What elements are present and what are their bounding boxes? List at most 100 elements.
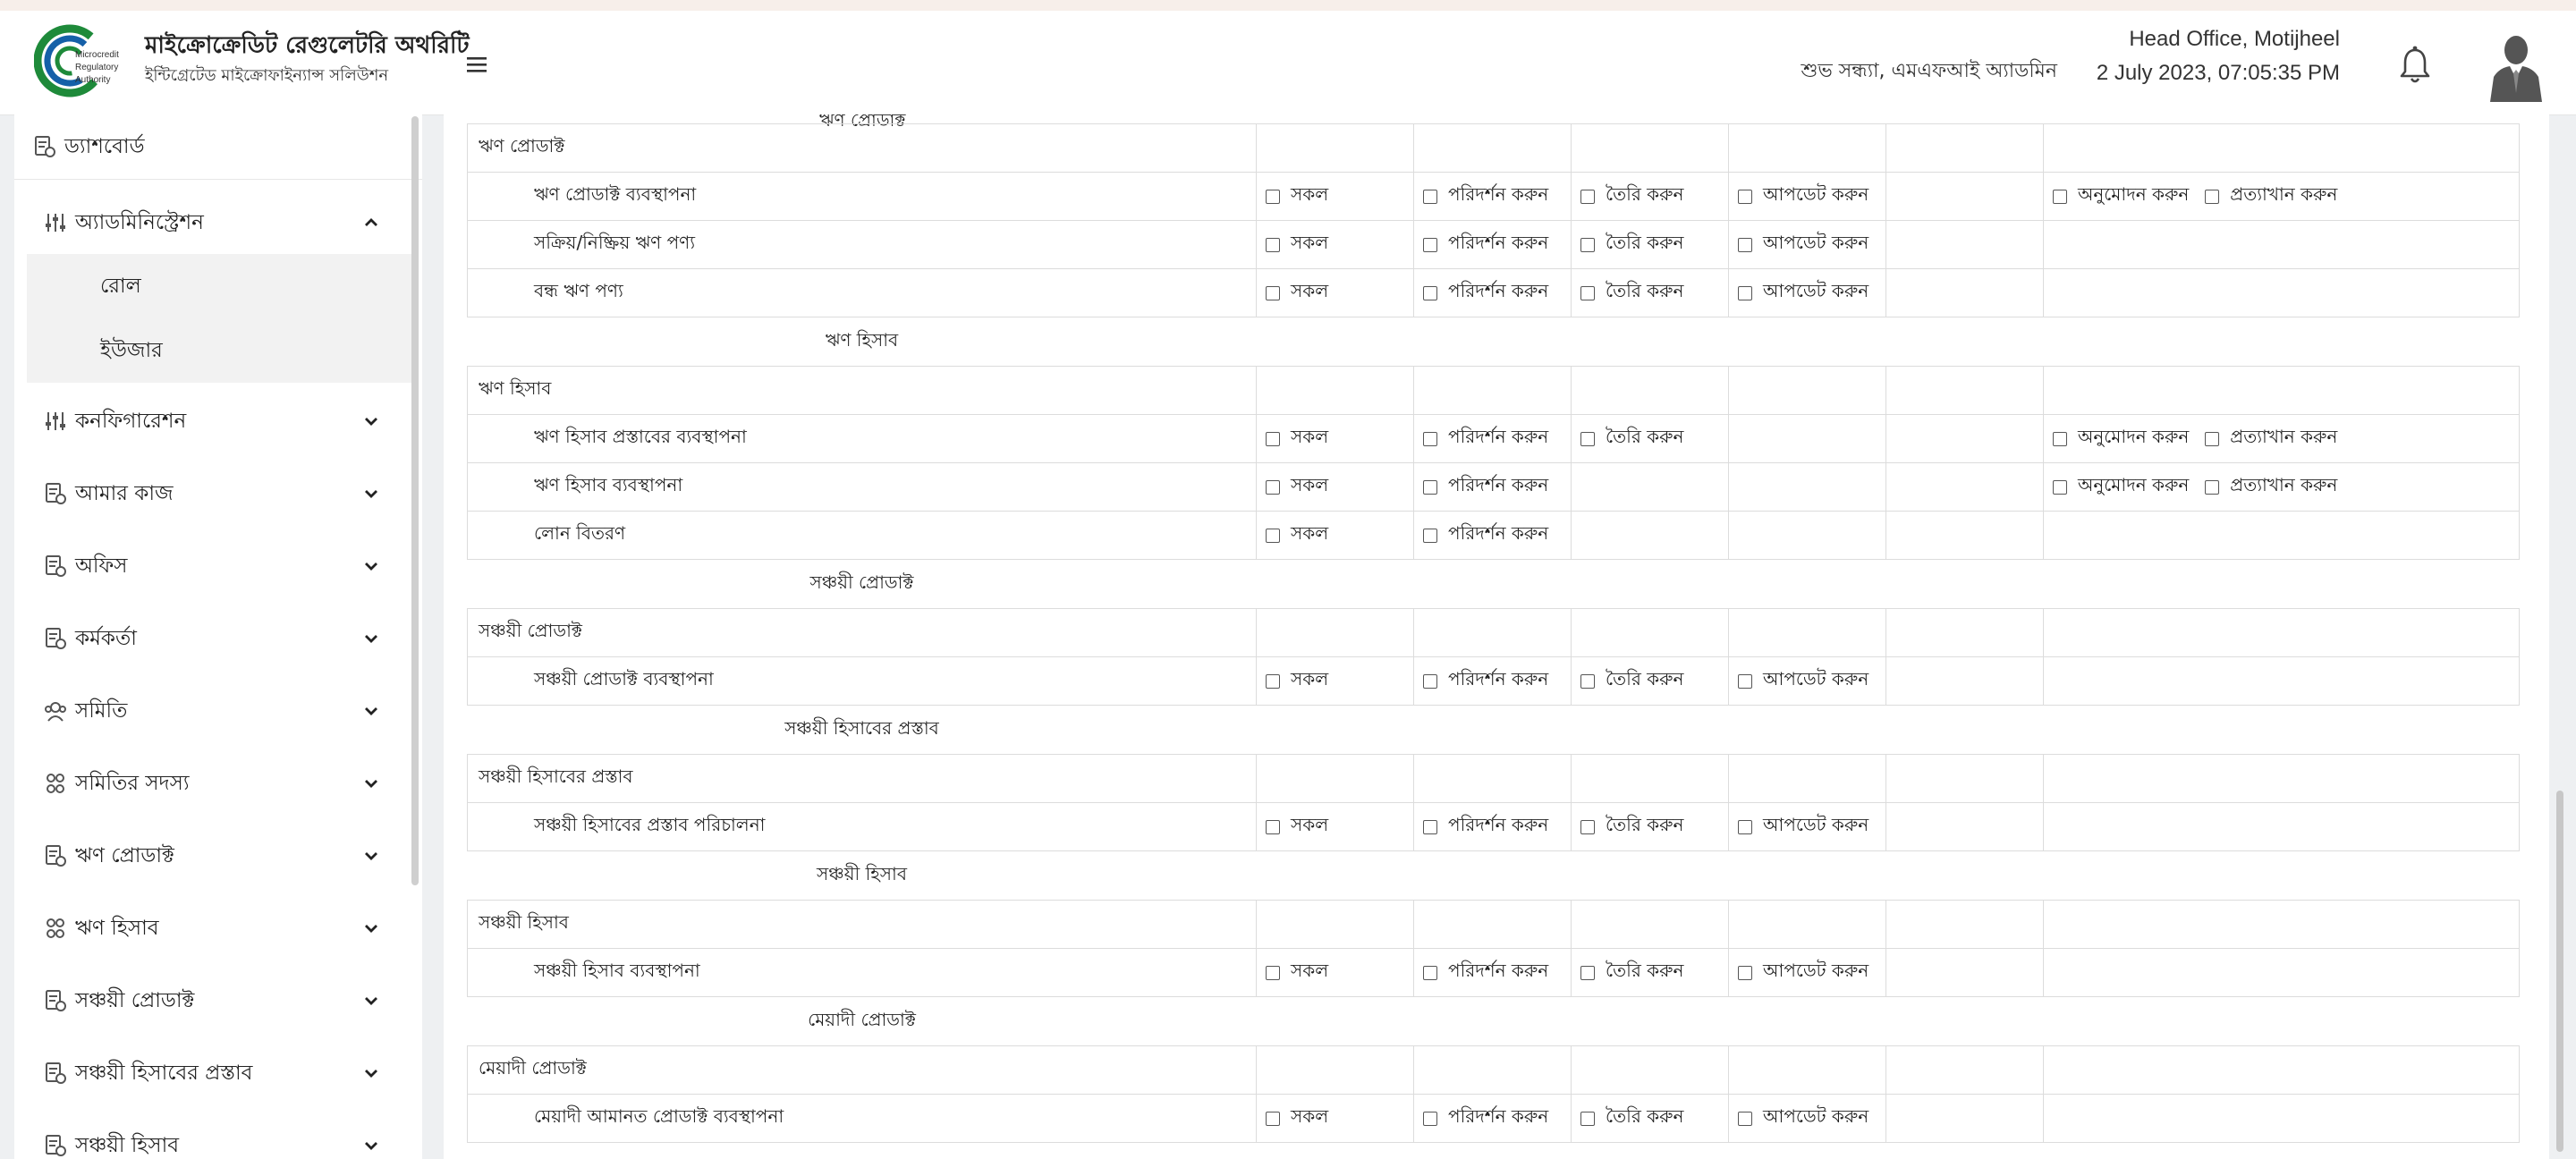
checkbox-box[interactable] (1738, 285, 1752, 300)
view-checkbox[interactable]: পরিদর্শন করুন (1423, 666, 1548, 696)
menu-toggle-button[interactable] (462, 50, 492, 79)
update-checkbox[interactable]: আপডেট করুন (1738, 812, 1868, 842)
all-checkbox[interactable]: সকল (1266, 666, 1328, 696)
all-checkbox[interactable]: সকল (1266, 520, 1328, 550)
checkbox-box[interactable] (1266, 189, 1280, 204)
all-checkbox[interactable]: সকল (1266, 278, 1328, 308)
checkbox-box[interactable] (1266, 528, 1280, 543)
view-checkbox[interactable]: পরিদর্শন করুন (1423, 182, 1548, 211)
checkbox-box[interactable] (1266, 965, 1280, 980)
view-checkbox[interactable]: পরিদর্শন করুন (1423, 958, 1548, 987)
checkbox-box[interactable] (1423, 285, 1437, 300)
checkbox-box[interactable] (2053, 479, 2067, 495)
view-checkbox[interactable]: পরিদর্শন করুন (1423, 424, 1548, 453)
update-checkbox[interactable]: আপডেট করুন (1738, 278, 1868, 308)
update-checkbox[interactable]: আপডেট করুন (1738, 1104, 1868, 1133)
sidebar-item-dashboard[interactable]: ড্যাশবোর্ড (14, 114, 422, 180)
checkbox-box[interactable] (1423, 673, 1437, 689)
notification-bell-icon[interactable] (2397, 43, 2433, 88)
checkbox-box[interactable] (1738, 189, 1752, 204)
checkbox-box[interactable] (1423, 819, 1437, 834)
all-checkbox[interactable]: সকল (1266, 230, 1328, 259)
checkbox-box[interactable] (1580, 285, 1595, 300)
checkbox-box[interactable] (1423, 528, 1437, 543)
view-checkbox[interactable]: পরিদর্শন করুন (1423, 230, 1548, 259)
checkbox-box[interactable] (1423, 431, 1437, 446)
view-checkbox[interactable]: পরিদর্শন করুন (1423, 1104, 1548, 1133)
create-checkbox[interactable]: তৈরি করুন (1580, 812, 1683, 842)
view-checkbox[interactable]: পরিদর্শন করুন (1423, 812, 1548, 842)
sidebar-item-office[interactable]: অফিস (14, 533, 422, 599)
sidebar-item-my-work[interactable]: আমার কাজ (14, 461, 422, 527)
sidebar-item-officer[interactable]: কর্মকর্তা (14, 605, 422, 672)
checkbox-box[interactable] (1423, 965, 1437, 980)
checkbox-box[interactable] (1738, 965, 1752, 980)
checkbox-box[interactable] (2053, 189, 2067, 204)
checkbox-box[interactable] (1738, 819, 1752, 834)
checkbox-box[interactable] (2205, 431, 2220, 446)
checkbox-box[interactable] (1423, 1111, 1437, 1126)
create-checkbox[interactable]: তৈরি করুন (1580, 1104, 1683, 1133)
sidebar-scrollbar[interactable] (411, 116, 419, 885)
create-checkbox[interactable]: তৈরি করুন (1580, 666, 1683, 696)
checkbox-box[interactable] (2205, 189, 2220, 204)
create-checkbox[interactable]: তৈরি করুন (1580, 424, 1683, 453)
checkbox-box[interactable] (1423, 237, 1437, 252)
checkbox-box[interactable] (1580, 189, 1595, 204)
checkbox-box[interactable] (1580, 237, 1595, 252)
sidebar-item-administration[interactable]: অ্যাডমিনিস্ট্রেশন (14, 190, 422, 256)
checkbox-box[interactable] (1580, 1111, 1595, 1126)
sidebar-item-savings-proposal[interactable]: সঞ্চয়ী হিসাবের প্রস্তাব (14, 1040, 422, 1106)
sidebar-subitem-role[interactable]: রোল (27, 254, 411, 318)
checkbox-box[interactable] (1423, 479, 1437, 495)
sidebar-item-savings-product[interactable]: সঞ্চয়ী প্রোডাক্ট (14, 968, 422, 1034)
all-checkbox[interactable]: সকল (1266, 472, 1328, 502)
checkbox-box[interactable] (1266, 819, 1280, 834)
reject-checkbox[interactable]: প্রত্যাখান করুন (2205, 472, 2337, 502)
checkbox-box[interactable] (2053, 431, 2067, 446)
user-avatar-icon[interactable] (2487, 30, 2546, 102)
sidebar-item-samity[interactable]: সমিতি (14, 678, 422, 744)
checkbox-box[interactable] (1580, 965, 1595, 980)
checkbox-box[interactable] (1738, 673, 1752, 689)
checkbox-box[interactable] (1738, 237, 1752, 252)
approve-checkbox[interactable]: অনুমোদন করুন (2053, 182, 2189, 211)
sidebar-item-savings-account[interactable]: সঞ্চয়ী হিসাব (14, 1112, 422, 1159)
sidebar-item-loan-account[interactable]: ঋণ হিসাব (14, 895, 422, 961)
update-checkbox[interactable]: আপডেট করুন (1738, 182, 1868, 211)
sidebar-item-configuration[interactable]: কনফিগারেশন (14, 388, 422, 454)
checkbox-box[interactable] (1266, 1111, 1280, 1126)
update-checkbox[interactable]: আপডেট করুন (1738, 666, 1868, 696)
reject-checkbox[interactable]: প্রত্যাখান করুন (2205, 424, 2337, 453)
checkbox-box[interactable] (1580, 431, 1595, 446)
sidebar-item-loan-product[interactable]: ঋণ প্রোডাক্ট (14, 823, 422, 889)
checkbox-box[interactable] (1266, 237, 1280, 252)
view-checkbox[interactable]: পরিদর্শন করুন (1423, 472, 1548, 502)
all-checkbox[interactable]: সকল (1266, 1104, 1328, 1133)
checkbox-box[interactable] (2205, 479, 2220, 495)
update-checkbox[interactable]: আপডেট করুন (1738, 230, 1868, 259)
checkbox-box[interactable] (1266, 431, 1280, 446)
checkbox-box[interactable] (1423, 189, 1437, 204)
create-checkbox[interactable]: তৈরি করুন (1580, 230, 1683, 259)
checkbox-box[interactable] (1266, 673, 1280, 689)
sidebar-subitem-user[interactable]: ইউজার (27, 318, 411, 383)
reject-checkbox[interactable]: প্রত্যাখান করুন (2205, 182, 2337, 211)
approve-checkbox[interactable]: অনুমোদন করুন (2053, 424, 2189, 453)
create-checkbox[interactable]: তৈরি করুন (1580, 182, 1683, 211)
main-scrollbar[interactable] (2556, 791, 2563, 1152)
checkbox-box[interactable] (1738, 1111, 1752, 1126)
approve-checkbox[interactable]: অনুমোদন করুন (2053, 472, 2189, 502)
checkbox-box[interactable] (1266, 479, 1280, 495)
checkbox-box[interactable] (1266, 285, 1280, 300)
create-checkbox[interactable]: তৈরি করুন (1580, 278, 1683, 308)
sidebar-item-samity-members[interactable]: সমিতির সদস্য (14, 750, 422, 816)
checkbox-box[interactable] (1580, 819, 1595, 834)
all-checkbox[interactable]: সকল (1266, 424, 1328, 453)
all-checkbox[interactable]: সকল (1266, 182, 1328, 211)
checkbox-box[interactable] (1580, 673, 1595, 689)
view-checkbox[interactable]: পরিদর্শন করুন (1423, 520, 1548, 550)
update-checkbox[interactable]: আপডেট করুন (1738, 958, 1868, 987)
all-checkbox[interactable]: সকল (1266, 958, 1328, 987)
view-checkbox[interactable]: পরিদর্শন করুন (1423, 278, 1548, 308)
